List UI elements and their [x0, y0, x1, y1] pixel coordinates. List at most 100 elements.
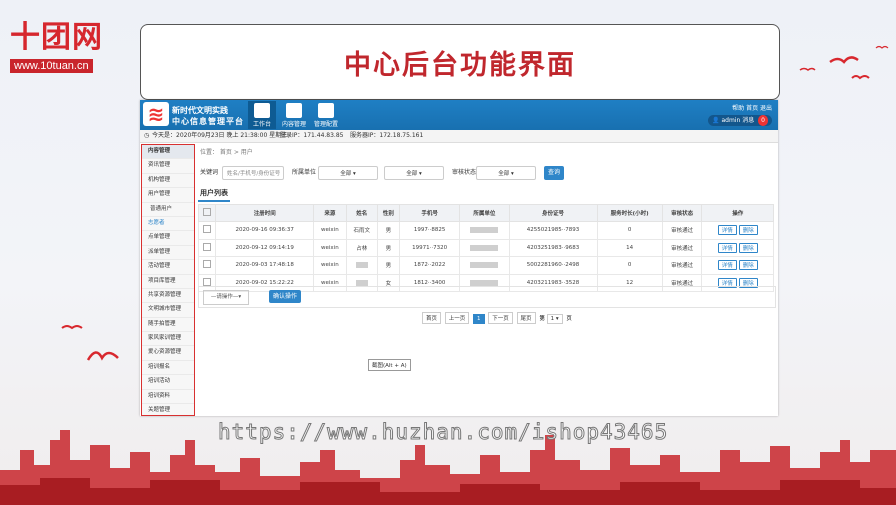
cell-ops: 详情 删除 — [701, 221, 774, 240]
sidebar-item[interactable]: 家风家训管理 — [142, 332, 194, 347]
query-button[interactable]: 查询 — [544, 166, 564, 180]
sidebar-item[interactable]: 资讯管理 — [142, 159, 194, 174]
column-header: 性别 — [376, 204, 400, 222]
cell-hours: 0 — [596, 256, 663, 275]
pager-jump-select[interactable]: 1 ▾ — [546, 314, 563, 324]
column-header: 来源 — [312, 204, 347, 222]
table-header-row: 注册时间 来源 姓名 性别 手机号 所属单位 身份证号 服务时长(小时) 审核状态 操作 — [197, 204, 774, 222]
cell-time: 2020-09-03 17:48:18 — [215, 256, 314, 275]
pager-jump-post: 页 — [566, 316, 572, 322]
msg-count-badge: 0 — [758, 115, 768, 126]
cell-status: 审核通过 — [661, 221, 703, 240]
screenshot-tooltip: 截图(Alt + A) — [368, 359, 411, 371]
sidebar-item[interactable]: 共享资源管理 — [142, 289, 194, 304]
cell-time: 2020-09-16 09:36:37 — [215, 221, 314, 240]
keyword-input[interactable]: 姓名/手机号/身份证号 — [222, 166, 284, 180]
sidebar-item[interactable]: 派单管理 — [142, 246, 194, 261]
column-header: 姓名 — [345, 204, 378, 222]
cell-time: 2020-09-12 09:14:19 — [215, 238, 314, 257]
batch-select[interactable]: —请操作—▾ — [203, 290, 249, 305]
status-select[interactable]: 全部 ▾ — [476, 166, 536, 180]
app-logo-line2: 中心信息管理平台 — [172, 117, 244, 126]
pager-jump-pre: 第 — [539, 316, 545, 322]
sidebar-item[interactable]: 爱心资源管理 — [142, 346, 194, 361]
table-row[interactable]: 2020-09-03 17:48:18 weixin 男 1872··2022 5002… — [197, 256, 774, 275]
table-row[interactable]: 2020-09-16 09:36:37 weixin 石雨文男 1997··8825 4… — [197, 221, 774, 240]
cell-id: 50022819⁠60··2498 — [508, 256, 598, 275]
cell-hours: 0 — [596, 221, 663, 240]
row-checkbox[interactable] — [203, 242, 212, 251]
top-links[interactable]: 帮助 首页 退出 — [732, 103, 772, 112]
tab-label: 管理配置 — [313, 121, 338, 128]
user-table: 注册时间 来源 姓名 性别 手机号 所属单位 身份证号 服务时长(小时) 审核状态 操作 2020… — [197, 204, 774, 292]
delete-button[interactable]: 删除 — [738, 225, 758, 236]
clock-icon: ◷ — [144, 132, 150, 139]
user-icon — [318, 103, 334, 118]
main-content: 位置： 首页 > 用户 关键词 姓名/手机号/身份证号 所属单位 全部 ▾ 全部… — [196, 144, 776, 414]
sidebar-item[interactable]: 文明城市管理 — [142, 303, 194, 318]
select-all-checkbox[interactable] — [203, 208, 212, 216]
redacted-block — [470, 244, 499, 251]
cell-status: 审核通过 — [661, 238, 703, 257]
row-checkbox-cell — [197, 238, 217, 257]
login-ip: 登录IP：171.44.83.85 — [280, 132, 344, 139]
user-pill[interactable]: 👤 admin 消息 0 — [708, 115, 772, 126]
unit-select-1[interactable]: 全部 ▾ — [318, 166, 378, 180]
sidebar-item[interactable]: 点单管理 — [142, 231, 194, 246]
detail-button[interactable]: 详情 — [717, 242, 737, 253]
cell-source: weixin — [312, 256, 347, 275]
row-checkbox[interactable] — [203, 225, 212, 234]
document-icon — [286, 103, 302, 118]
pager-last[interactable]: 尾页 — [516, 312, 536, 324]
list-title: 用户列表 — [198, 188, 230, 202]
sidebar-item[interactable]: 内容管理 — [142, 145, 194, 160]
row-checkbox[interactable] — [203, 260, 212, 269]
row-checkbox[interactable] — [203, 277, 212, 286]
sidebar-item[interactable]: 普通用户 — [142, 203, 194, 217]
sidebar-item[interactable]: 项目库管理 — [142, 275, 194, 289]
cell-name: 占林 — [345, 238, 378, 257]
sidebar-item[interactable]: 用户管理 — [142, 188, 194, 203]
sidebar-item[interactable]: 机构管理 — [142, 174, 194, 189]
pager-first[interactable]: 首页 — [422, 312, 442, 324]
table-row[interactable]: 2020-09-12 09:14:19 weixin 占林男 19971··7320 4… — [197, 238, 774, 257]
unit-label: 所属单位 — [292, 169, 317, 176]
slide-title-box: 中心后台功能界面 — [140, 24, 780, 100]
slide-title: 中心后台功能界面 — [344, 49, 576, 81]
batch-confirm-button[interactable]: 确认操作 — [269, 290, 301, 303]
detail-button[interactable]: 详情 — [717, 260, 737, 271]
sidebar-item[interactable]: 志愿者 — [142, 217, 194, 232]
tab-config[interactable]: 管理配置 — [312, 101, 340, 129]
app-topbar: ≋ 新时代文明实践 中心信息管理平台 工作台 内容管理 管理配置 帮助 首页 退… — [140, 100, 778, 130]
cell-source: weixin — [312, 238, 347, 257]
brand-url: www.10tuan.cn — [10, 59, 93, 73]
user-icon: 👤 — [712, 117, 720, 124]
pager-current[interactable]: 1 — [473, 314, 485, 324]
today-text: 今天是：2020年09月23日 晚上 21:38:00 星期三 — [152, 132, 288, 139]
sidebar-item[interactable]: 培训资料 — [142, 390, 194, 405]
pager-prev[interactable]: 上一页 — [444, 312, 470, 324]
info-bar: ◷ 今天是：2020年09月23日 晚上 21:38:00 星期三 登录IP：1… — [140, 130, 778, 143]
app-logo-icon: ≋ — [143, 102, 169, 126]
tab-label: 内容管理 — [281, 121, 306, 128]
column-header: 操作 — [701, 204, 774, 222]
cell-id: 42032519⁠83··9683 — [508, 238, 598, 257]
brand-logo: 十团网 www.10tuan.cn — [10, 22, 120, 73]
redacted-block — [470, 227, 499, 233]
sidebar-item[interactable]: 活动管理 — [142, 260, 194, 275]
sidebar-item[interactable]: 培训报名 — [142, 361, 194, 376]
sidebar-item[interactable]: 培训活动 — [142, 375, 194, 390]
delete-button[interactable]: 删除 — [738, 260, 758, 271]
column-header: 手机号 — [398, 204, 461, 222]
delete-button[interactable]: 删除 — [738, 242, 758, 253]
tab-workbench[interactable]: 工作台 — [248, 101, 276, 129]
birds-decoration-left — [61, 325, 119, 361]
unit-select-2[interactable]: 全部 ▾ — [384, 166, 444, 180]
pager-next[interactable]: 下一页 — [488, 312, 513, 324]
cell-name: 石雨文 — [345, 221, 378, 240]
cell-phone: 1997··8825 — [398, 221, 461, 240]
tab-content[interactable]: 内容管理 — [280, 101, 308, 129]
brand-name: 十团网 — [10, 20, 103, 55]
sidebar-item[interactable]: 随手拍管理 — [142, 318, 194, 333]
detail-button[interactable]: 详情 — [717, 225, 737, 236]
